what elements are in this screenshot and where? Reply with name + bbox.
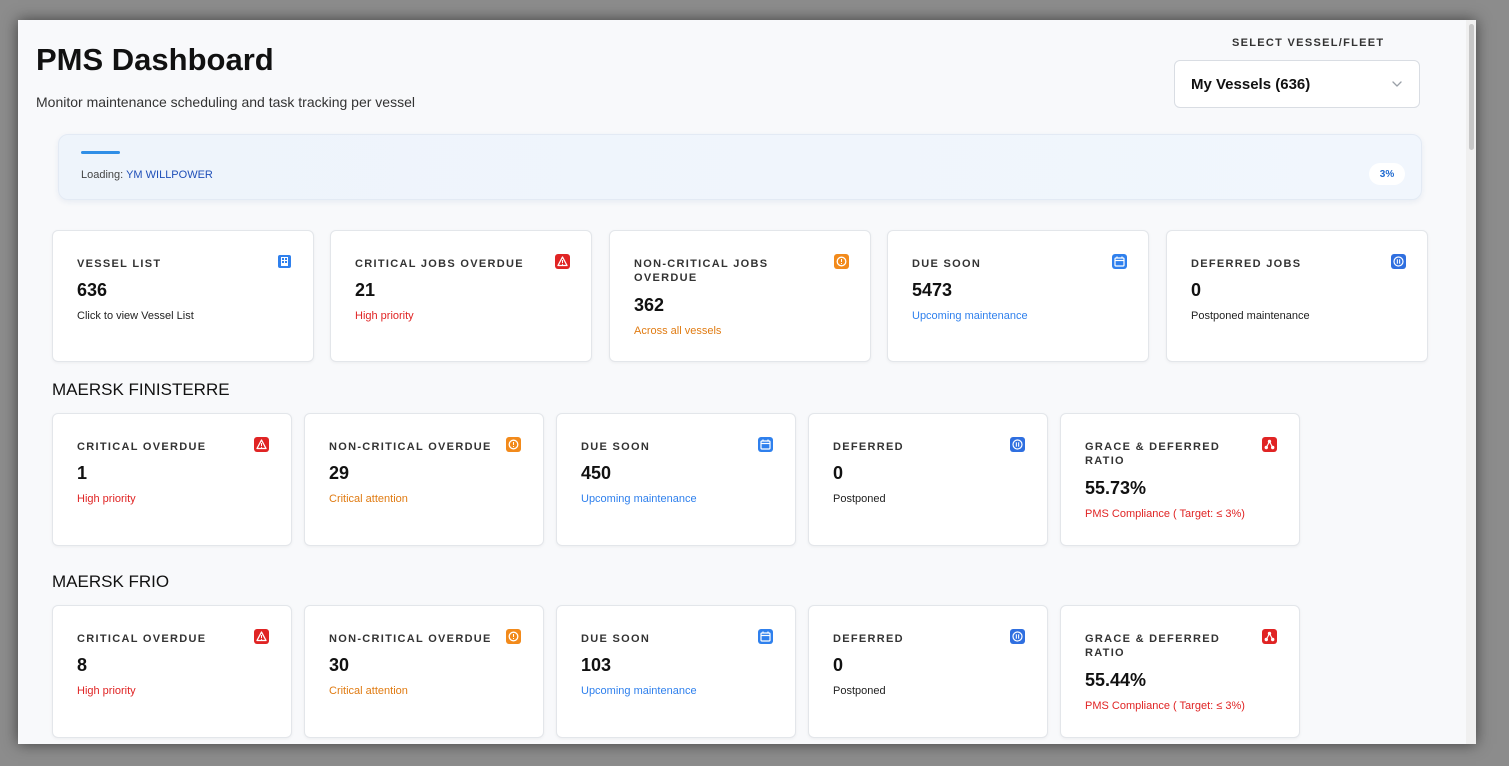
vessel-stat-card[interactable]: DUE SOON 103 Upcoming maintenance: [556, 605, 796, 738]
card-value: 362: [634, 295, 665, 315]
card-value: 1: [77, 463, 88, 483]
card-label: DEFERRED: [833, 633, 904, 645]
vessel-stat-card[interactable]: NON-CRITICAL OVERDUE 30 Critical attention: [304, 605, 544, 738]
alert-circle-icon: [834, 254, 849, 269]
pause-circle-icon: [1010, 437, 1025, 452]
card-label: CRITICAL OVERDUE: [77, 441, 207, 453]
summary-card[interactable]: DEFERRED JOBS 0 Postponed maintenance: [1166, 230, 1428, 362]
chevron-down-icon: [1392, 81, 1402, 87]
card-subtext: Postponed: [833, 685, 886, 697]
app-window: PMS Dashboard Monitor maintenance schedu…: [18, 20, 1476, 744]
vessel-section-title: MAERSK FRIO: [52, 572, 170, 591]
loading-panel: Loading: YM WILLPOWER 3%: [58, 134, 1422, 200]
vessel-stat-card[interactable]: CRITICAL OVERDUE 1 High priority: [52, 413, 292, 546]
calendar-icon: [758, 629, 773, 644]
card-label: NON-CRITICAL OVERDUE: [329, 441, 492, 453]
network-icon: [1262, 437, 1277, 452]
card-label: CRITICAL OVERDUE: [77, 633, 207, 645]
loading-prefix: Loading:: [81, 169, 124, 181]
card-value: 29: [329, 463, 350, 483]
card-value: 55.44%: [1085, 670, 1147, 690]
warning-triangle-icon: [254, 437, 269, 452]
card-label: DUE SOON: [581, 441, 651, 453]
card-label: VESSEL LIST: [77, 258, 162, 270]
card-value: 0: [1191, 280, 1202, 300]
warning-triangle-icon: [254, 629, 269, 644]
vessel-stat-card[interactable]: NON-CRITICAL OVERDUE 29 Critical attention: [304, 413, 544, 546]
card-subtext: High priority: [355, 310, 414, 322]
card-label: GRACE & DEFERRED RATIO: [1085, 633, 1221, 659]
vessel-stat-card[interactable]: GRACE & DEFERRED RATIO 55.73% PMS Complian…: [1060, 413, 1300, 546]
card-subtext: Critical attention: [329, 685, 408, 697]
card-value: 636: [77, 280, 108, 300]
vessel-stat-card[interactable]: GRACE & DEFERRED RATIO 55.44% PMS Complian…: [1060, 605, 1300, 738]
pause-circle-icon: [1391, 254, 1406, 269]
vessel-stat-card[interactable]: DEFERRED 0 Postponed: [808, 605, 1048, 738]
card-value: 30: [329, 655, 350, 675]
summary-card[interactable]: CRITICAL JOBS OVERDUE 21 High priority: [330, 230, 592, 362]
card-label: DUE SOON: [581, 633, 651, 645]
card-label: DEFERRED JOBS: [1191, 258, 1302, 270]
card-label: NON-CRITICAL OVERDUE: [329, 633, 492, 645]
card-subtext: Upcoming maintenance: [912, 310, 1028, 322]
progress-bar: [81, 151, 1397, 154]
network-icon: [1262, 629, 1277, 644]
card-subtext: Postponed maintenance: [1191, 310, 1310, 322]
page-title: PMS Dashboard: [36, 42, 274, 77]
alert-circle-icon: [506, 629, 521, 644]
card-subtext: High priority: [77, 493, 136, 505]
card-subtext: Critical attention: [329, 493, 408, 505]
vessel-section-title: MAERSK FINISTERRE: [52, 380, 230, 399]
card-subtext: Upcoming maintenance: [581, 685, 697, 697]
card-subtext: Postponed: [833, 493, 886, 505]
page-subtitle: Monitor maintenance scheduling and task …: [36, 94, 415, 110]
card-value: 21: [355, 280, 376, 300]
card-label: DUE SOON: [912, 258, 982, 270]
card-subtext: Upcoming maintenance: [581, 493, 697, 505]
scrollbar[interactable]: [1466, 20, 1476, 744]
card-value: 450: [581, 463, 612, 483]
vessel-select-dropdown[interactable]: My Vessels (636): [1174, 60, 1420, 108]
card-value: 8: [77, 655, 88, 675]
card-label: GRACE & DEFERRED RATIO: [1085, 441, 1221, 467]
summary-card[interactable]: NON-CRITICAL JOBS OVERDUE 362 Across all v…: [609, 230, 871, 362]
card-subtext: PMS Compliance ( Target: ≤ 3%): [1085, 508, 1245, 520]
loading-vessel-name: YM WILLPOWER: [126, 169, 213, 181]
warning-triangle-icon: [555, 254, 570, 269]
card-label: NON-CRITICAL JOBS OVERDUE: [634, 258, 769, 284]
building-icon: [277, 254, 292, 269]
card-subtext: High priority: [77, 685, 136, 697]
summary-card[interactable]: DUE SOON 5473 Upcoming maintenance: [887, 230, 1149, 362]
calendar-icon: [758, 437, 773, 452]
card-value: 0: [833, 655, 844, 675]
vessel-select-label: SELECT VESSEL/FLEET: [1232, 37, 1385, 49]
calendar-icon: [1112, 254, 1127, 269]
card-value: 0: [833, 463, 844, 483]
alert-circle-icon: [506, 437, 521, 452]
card-subtext: Across all vessels: [634, 325, 722, 337]
vessel-stat-card[interactable]: CRITICAL OVERDUE 8 High priority: [52, 605, 292, 738]
loading-status: Loading: YM WILLPOWER: [81, 169, 213, 181]
loading-percent-badge: 3%: [1369, 163, 1405, 185]
card-subtext: Click to view Vessel List: [77, 310, 194, 322]
card-label: DEFERRED: [833, 441, 904, 453]
vessel-stat-card[interactable]: DUE SOON 450 Upcoming maintenance: [556, 413, 796, 546]
progress-bar-fill: [81, 151, 121, 154]
card-label: CRITICAL JOBS OVERDUE: [355, 258, 524, 270]
pause-circle-icon: [1010, 629, 1025, 644]
summary-card[interactable]: VESSEL LIST 636 Click to view Vessel List: [52, 230, 314, 362]
card-subtext: PMS Compliance ( Target: ≤ 3%): [1085, 700, 1245, 712]
vessel-select-value: My Vessels (636): [1191, 75, 1311, 93]
card-value: 103: [581, 655, 612, 675]
vessel-stat-card[interactable]: DEFERRED 0 Postponed: [808, 413, 1048, 546]
scrollbar-thumb[interactable]: [1469, 24, 1474, 150]
card-value: 5473: [912, 280, 953, 300]
card-value: 55.73%: [1085, 478, 1147, 498]
